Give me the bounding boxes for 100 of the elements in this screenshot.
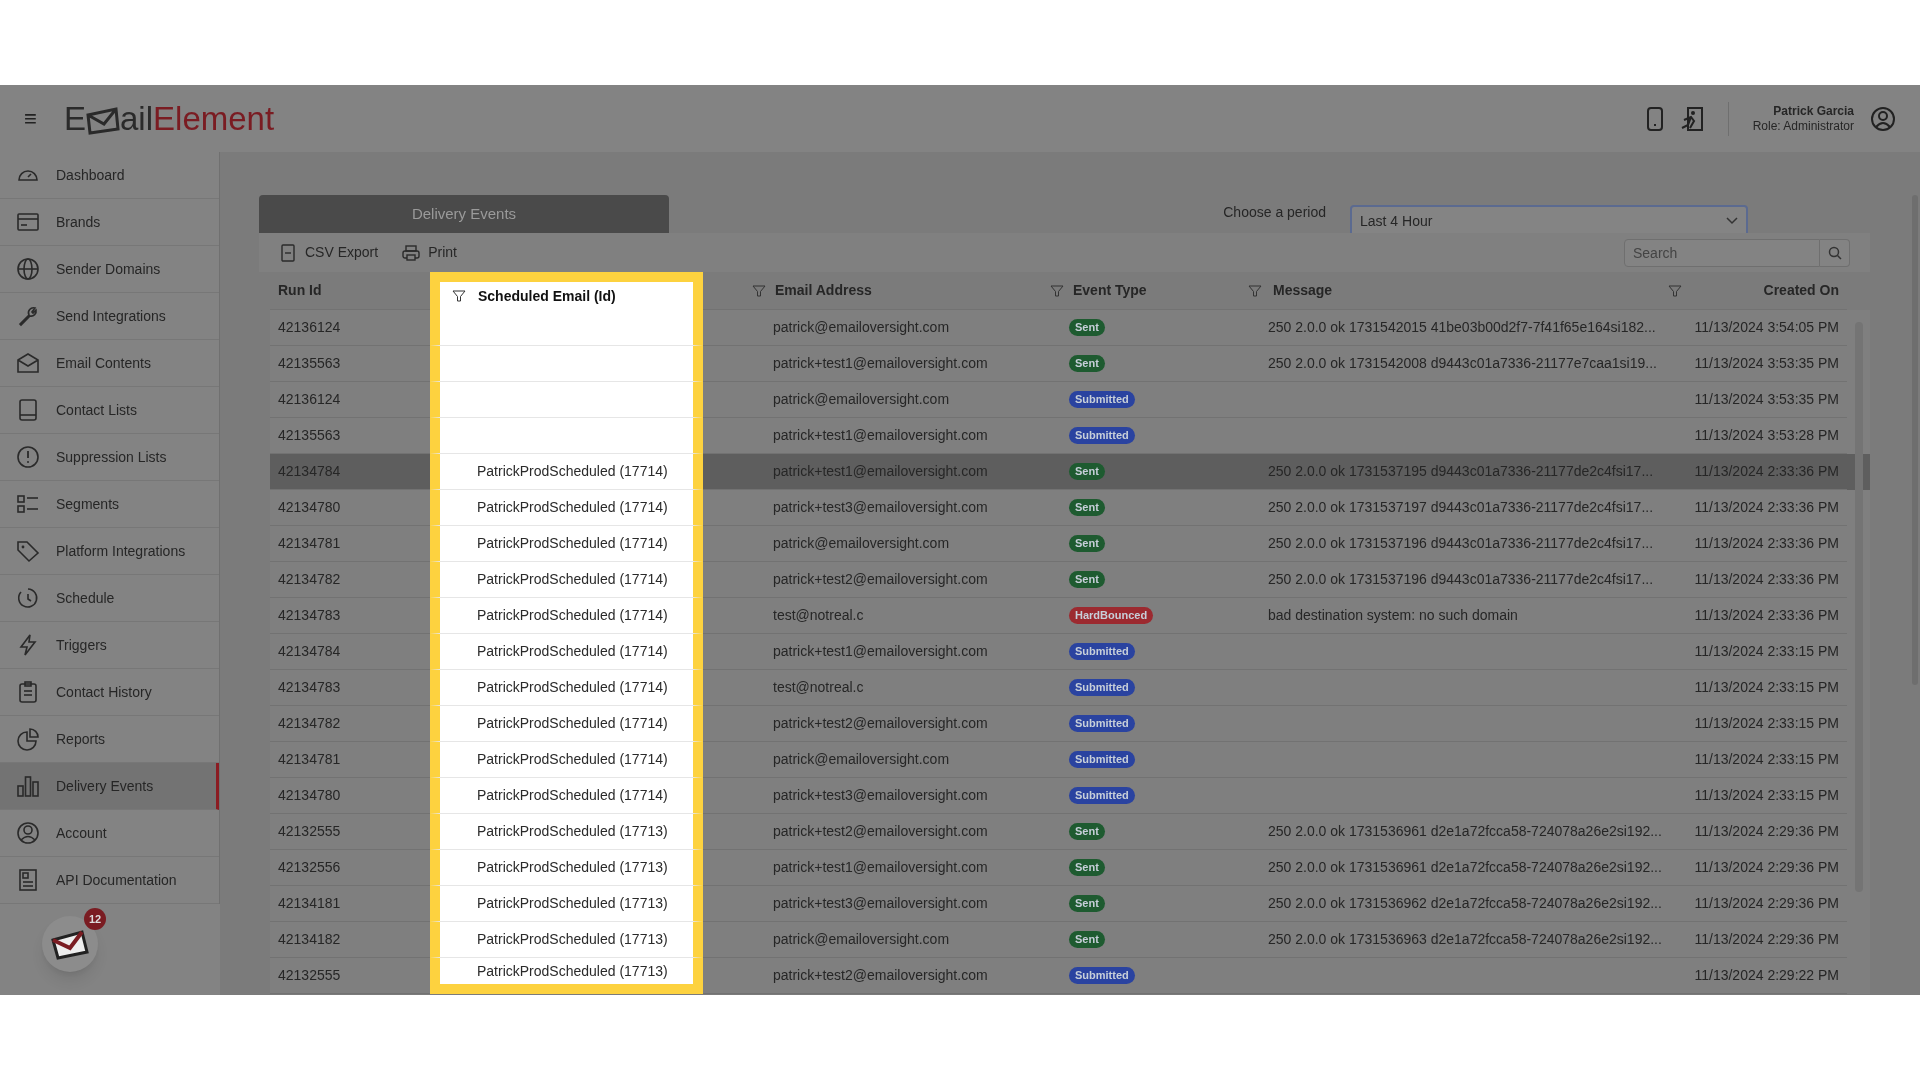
email-address: patrick@emailoversight.com [773, 534, 950, 553]
search-field[interactable]: Search [1624, 238, 1820, 267]
event-type-tag: Submitted [1069, 967, 1135, 984]
clipboard-icon [16, 680, 40, 704]
logo-text: E [64, 102, 86, 135]
user-name: Patrick Garcia [1773, 103, 1854, 119]
run-id: 42134182 [278, 930, 341, 949]
table-row[interactable]: 42135563 patrick+test1@emailoversight.com Sent 250 2.0.0 ok 1731542008 d9443c01a7336-21177e7caa1si19... 11/13/2024 3:53:35 PM [270, 346, 1870, 382]
event-type-tag: Submitted [1069, 643, 1135, 660]
email-address: patrick+test1@emailoversight.com [773, 642, 988, 661]
alert-icon [16, 445, 40, 469]
table-row[interactable]: 42134782 PatrickProdScheduled (17714) patrick+test2@emailoversight.com Submitted 11/13/2024 2:33:15 PM [270, 706, 1870, 742]
search-icon [1827, 245, 1842, 260]
run-id: 42134780 [278, 498, 341, 517]
table-row[interactable]: 42134181 PatrickProdScheduled (17713) patrick+test3@emailoversight.com Sent 250 2.0.0 ok 1731536962 d2e1a72fcca58-724078a26e2si192... 11/13/2024 2:29:36 PM [270, 886, 1870, 922]
table-row[interactable]: 42132555 PatrickProdScheduled (17713) patrick+test2@emailoversight.com Submitted 11/13/2024 2:29:22 PM [270, 958, 1870, 994]
table-row[interactable]: 42132556 PatrickProdScheduled (17713) patrick+test1@emailoversight.com Sent 250 2.0.0 ok 1731536961 d2e1a72fcca58-724078a26e2si192... 11/13/2024 2:29:36 PM [270, 850, 1870, 886]
run-id: 42134782 [278, 570, 341, 589]
run-id: 42132555 [278, 966, 341, 985]
sidebar-item[interactable]: Schedule [0, 575, 219, 622]
printer-icon [402, 243, 421, 262]
created-on: 11/13/2024 2:33:36 PM [1694, 570, 1839, 589]
scrollbar[interactable] [1855, 322, 1863, 892]
run-id: 42134782 [278, 714, 341, 733]
sidebar-item[interactable]: Segments [0, 481, 219, 528]
chevron-down-icon [1726, 217, 1738, 225]
sidebar-item[interactable]: API Documentation [0, 857, 219, 904]
run-id: 42135563 [278, 354, 341, 373]
table-row[interactable]: 42136124 patrick@emailoversight.com Submitted 11/13/2024 3:53:35 PM [270, 382, 1870, 418]
scheduled-email: PatrickProdScheduled (17713) [477, 930, 668, 949]
email-address: patrick@emailoversight.com [773, 930, 950, 949]
sidebar-item[interactable]: Suppression Lists [0, 434, 219, 481]
column-header[interactable]: Run Id [278, 280, 322, 301]
email-address: test@notreal.c [773, 606, 864, 625]
table-row[interactable]: 42134784 PatrickProdScheduled (17714) patrick+test1@emailoversight.com Submitted 11/13/2024 2:33:15 PM [270, 634, 1870, 670]
search-button[interactable] [1820, 238, 1850, 267]
user-role: Role: Administrator [1752, 118, 1854, 134]
run-id: 42132556 [278, 858, 341, 877]
tab[interactable]: Delivery Events [259, 195, 669, 233]
toolbar-button[interactable]: CSV Export [279, 242, 379, 263]
sidebar-item[interactable]: Brands [0, 199, 219, 246]
message: 250 2.0.0 ok 1731537196 d9443c01a7336-21177de2c4fsi17... [1268, 534, 1654, 553]
book-icon [16, 398, 40, 422]
email-address: patrick+test2@emailoversight.com [773, 570, 988, 589]
scheduled-email: PatrickProdScheduled (17714) [477, 570, 668, 589]
logo-text: Element [153, 102, 275, 135]
user-avatar-icon[interactable] [1870, 105, 1896, 132]
exit-icon[interactable] [1679, 105, 1704, 132]
event-type-tag: Sent [1069, 859, 1105, 876]
run-id: 42134783 [278, 678, 341, 697]
event-type-tag: Submitted [1069, 787, 1135, 804]
table-row[interactable]: 42134784 PatrickProdScheduled (17714) patrick+test1@emailoversight.com Sent 250 2.0.0 ok 1731537195 d9443c01a7336-21177de2c4fsi17... 11/13/2024 2:33:36 PM [270, 454, 1870, 490]
table-row[interactable]: 42134783 PatrickProdScheduled (17714) test@notreal.c HardBounced bad destination system: no such domain 11/13/2024 2:33:36 PM [270, 598, 1870, 634]
sidebar-item[interactable]: Email Contents [0, 340, 219, 387]
event-type-tag: Sent [1069, 535, 1105, 552]
column-header[interactable]: Message [1273, 280, 1333, 301]
table-row[interactable]: 42134782 PatrickProdScheduled (17714) patrick+test2@emailoversight.com Sent 250 2.0.0 ok 1731537196 d9443c01a7336-21177de2c4fsi17... 11/13/2024 2:33:36 PM [270, 562, 1870, 598]
tag-icon [16, 539, 40, 563]
message: 250 2.0.0 ok 1731537197 d9443c01a7336-21177de2c4fsi17... [1268, 498, 1654, 517]
table-row[interactable]: 42134781 PatrickProdScheduled (17714) patrick@emailoversight.com Submitted 11/13/2024 2:33:15 PM [270, 742, 1870, 778]
created-on: 11/13/2024 3:53:35 PM [1694, 354, 1839, 373]
sidebar-item[interactable]: Account [0, 810, 219, 857]
column-header[interactable]: Event Type [1073, 280, 1147, 301]
filter-icon[interactable] [452, 289, 466, 303]
table-row[interactable]: 42134780 PatrickProdScheduled (17714) patrick+test3@emailoversight.com Submitted 11/13/2024 2:33:15 PM [270, 778, 1870, 814]
table-row[interactable]: 42136124 patrick@emailoversight.com Sent 250 2.0.0 ok 1731542015 41be03b00d2f7-7f41f65e164si182... 11/13/2024 3:54:05 PM [270, 310, 1870, 346]
event-type-tag: Sent [1069, 571, 1105, 588]
column-header[interactable]: Email Address [775, 280, 872, 301]
sidebar-item[interactable]: Triggers [0, 622, 219, 669]
event-type-tag: HardBounced [1069, 607, 1154, 624]
table-row[interactable]: 42134780 PatrickProdScheduled (17714) patrick+test3@emailoversight.com Sent 250 2.0.0 ok 1731537197 d9443c01a7336-21177de2c4fsi17... 11/13/2024 2:33:36 PM [270, 490, 1870, 526]
sidebar-item[interactable]: Contact Lists [0, 387, 219, 434]
sidebar-item[interactable]: Delivery Events [0, 763, 219, 810]
message: 250 2.0.0 ok 1731536962 d2e1a72fcca58-724078a26e2si192... [1268, 894, 1662, 913]
email-address: patrick+test2@emailoversight.com [773, 822, 988, 841]
column-header[interactable]: Created On [1763, 280, 1839, 301]
created-on: 11/13/2024 2:33:36 PM [1694, 606, 1839, 625]
phone-icon[interactable] [1645, 105, 1664, 132]
table-row[interactable]: 42134783 PatrickProdScheduled (17714) test@notreal.c Submitted 11/13/2024 2:33:15 PM [270, 670, 1870, 706]
email-address: patrick+test1@emailoversight.com [773, 426, 988, 445]
created-on: 11/13/2024 2:33:15 PM [1694, 678, 1839, 697]
toolbar-button[interactable]: Print [402, 242, 457, 263]
sidebar-item[interactable]: Platform Integrations [0, 528, 219, 575]
menu-button[interactable]: ≡ [24, 102, 48, 135]
scheduled-email: PatrickProdScheduled (17714) [477, 678, 668, 697]
sidebar-item[interactable]: Contact History [0, 669, 219, 716]
sidebar-item[interactable]: Sender Domains [0, 246, 219, 293]
created-on: 11/13/2024 3:54:05 PM [1694, 318, 1839, 337]
event-type-tag: Sent [1069, 931, 1105, 948]
created-on: 11/13/2024 2:29:36 PM [1694, 930, 1839, 949]
table-row[interactable]: 42132555 PatrickProdScheduled (17713) patrick+test2@emailoversight.com Sent 250 2.0.0 ok 1731536961 d2e1a72fcca58-724078a26e2si192... 11/13/2024 2:29:36 PM [270, 814, 1870, 850]
run-id: 42136124 [278, 318, 341, 337]
sidebar-item[interactable]: Send Integrations [0, 293, 219, 340]
table-row[interactable]: 42134182 PatrickProdScheduled (17713) patrick@emailoversight.com Sent 250 2.0.0 ok 1731536963 d2e1a72fcca58-724078a26e2si192... 11/13/2024 2:29:36 PM [270, 922, 1870, 958]
table-row[interactable]: 42135563 patrick+test1@emailoversight.com Submitted 11/13/2024 3:53:28 PM [270, 418, 1870, 454]
globe-icon [16, 257, 40, 281]
envelope-icon [16, 351, 40, 375]
table-row[interactable]: 42134781 PatrickProdScheduled (17714) patrick@emailoversight.com Sent 250 2.0.0 ok 1731537196 d9443c01a7336-21177de2c4fsi17... 11/13/2024 2:33:36 PM [270, 526, 1870, 562]
sidebar-item[interactable]: Dashboard [0, 152, 219, 199]
scheduled-email: PatrickProdScheduled (17714) [477, 606, 668, 625]
